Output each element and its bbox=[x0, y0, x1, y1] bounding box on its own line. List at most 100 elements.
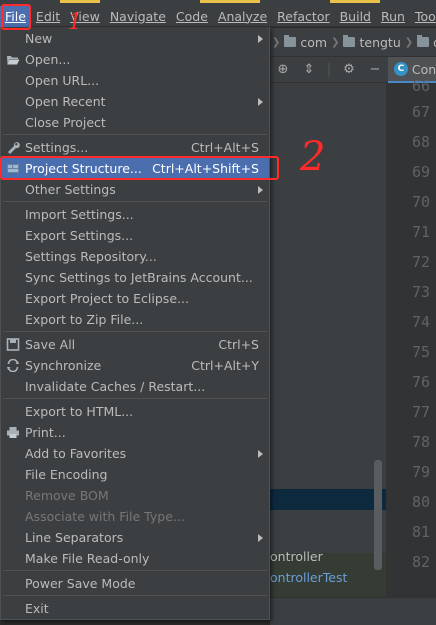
menu-item-export-eclipse[interactable]: Export Project to Eclipse... bbox=[1, 288, 269, 309]
menu-item-export-html[interactable]: Export to HTML... bbox=[1, 401, 269, 422]
menu-item-label: Line Separators bbox=[25, 530, 124, 545]
menu-item-open-recent[interactable]: Open Recent bbox=[1, 91, 269, 112]
locate-icon[interactable]: ⊕ bbox=[270, 62, 296, 77]
chevron-right-icon: ❯ bbox=[331, 36, 340, 48]
header-fragment bbox=[60, 0, 100, 3]
menu-item-other-settings[interactable]: Other Settings bbox=[1, 179, 269, 200]
menu-item-label: Make File Read-only bbox=[25, 551, 150, 566]
menu-item-make-read-only[interactable]: Make File Read-only bbox=[1, 548, 269, 569]
breadcrumb-item-com[interactable]: com bbox=[284, 35, 327, 50]
menu-item-sync-settings[interactable]: Sync Settings to JetBrains Account... bbox=[1, 267, 269, 288]
breadcrumb-label: tengtu bbox=[359, 34, 401, 50]
line-number-gutter: 66 67 68 69 70 71 72 73 74 75 76 77 78 7… bbox=[386, 77, 436, 625]
menu-separator bbox=[3, 134, 267, 135]
line-number: 75 bbox=[411, 343, 430, 361]
project-panel: ontroller ontrollerTest bbox=[270, 83, 386, 625]
toolbar-divider: | bbox=[326, 62, 332, 77]
menu-item-import-settings[interactable]: Import Settings... bbox=[1, 204, 269, 225]
annotation-box-file-menu bbox=[1, 4, 31, 30]
menu-item-label: Settings Repository... bbox=[25, 249, 157, 264]
submenu-arrow-icon bbox=[258, 98, 263, 106]
line-number: 68 bbox=[411, 133, 430, 151]
header-fragment bbox=[330, 0, 380, 3]
header-fragment bbox=[200, 0, 260, 3]
menu-item-add-to-favorites[interactable]: Add to Favorites bbox=[1, 443, 269, 464]
menu-item-label: New bbox=[25, 31, 53, 46]
menu-navigate[interactable]: Navigate bbox=[105, 6, 171, 27]
menu-item-label: Other Settings bbox=[25, 182, 116, 197]
menu-separator bbox=[3, 595, 267, 596]
submenu-arrow-icon bbox=[258, 186, 263, 194]
sync-icon bbox=[7, 359, 19, 372]
menu-item-label: Close Project bbox=[25, 115, 106, 130]
breadcrumb-item-tengtu[interactable]: tengtu bbox=[343, 34, 401, 50]
menu-item-label: Print... bbox=[25, 425, 66, 440]
menu-item-label: Settings... bbox=[25, 140, 89, 155]
menu-item-label: Export to HTML... bbox=[25, 404, 134, 419]
print-icon bbox=[7, 427, 19, 438]
menu-item-synchronize[interactable]: Synchronize Ctrl+Alt+Y bbox=[1, 355, 269, 376]
menu-item-label: Open URL... bbox=[25, 73, 100, 88]
menu-item-power-save-mode[interactable]: Power Save Mode bbox=[1, 573, 269, 594]
menu-item-save-all[interactable]: Save All Ctrl+S bbox=[1, 334, 269, 355]
breadcrumb-item-den[interactable]: den bbox=[417, 35, 436, 50]
menu-edit[interactable]: Edit bbox=[31, 6, 65, 27]
annotation-mark-1: 1 bbox=[68, 10, 82, 35]
menu-analyze[interactable]: Analyze bbox=[213, 6, 272, 27]
menu-item-label: Associate with File Type... bbox=[25, 509, 185, 524]
line-number: 79 bbox=[411, 463, 430, 481]
list-item[interactable]: ontroller bbox=[270, 546, 323, 567]
menu-item-remove-bom: Remove BOM bbox=[1, 485, 269, 506]
class-icon: C bbox=[394, 62, 408, 76]
menu-code[interactable]: Code bbox=[171, 6, 213, 27]
folder-icon bbox=[417, 35, 430, 47]
menu-item-shortcut: Ctrl+Alt+S bbox=[190, 140, 259, 155]
menu-item-file-encoding[interactable]: File Encoding bbox=[1, 464, 269, 485]
menu-refactor[interactable]: Refactor bbox=[272, 6, 334, 27]
submenu-arrow-icon bbox=[258, 534, 263, 542]
menu-run[interactable]: Run bbox=[376, 6, 410, 27]
submenu-arrow-icon bbox=[258, 450, 263, 458]
menu-item-associate-file-type: Associate with File Type... bbox=[1, 506, 269, 527]
menu-item-label: Synchronize bbox=[25, 358, 102, 373]
line-number: 74 bbox=[411, 313, 430, 331]
menu-item-invalidate-caches[interactable]: Invalidate Caches / Restart... bbox=[1, 376, 269, 397]
project-selected-row[interactable] bbox=[270, 489, 386, 510]
menu-item-label: Remove BOM bbox=[25, 488, 109, 503]
line-number: 82 bbox=[411, 553, 430, 571]
line-number: 73 bbox=[411, 283, 430, 301]
menu-item-label: Save All bbox=[25, 337, 76, 352]
line-number: 71 bbox=[411, 223, 430, 241]
folder-icon bbox=[343, 35, 356, 47]
project-scrollbar[interactable] bbox=[374, 460, 382, 570]
menu-item-open-url[interactable]: Open URL... bbox=[1, 70, 269, 91]
menu-item-export-settings[interactable]: Export Settings... bbox=[1, 225, 269, 246]
menu-item-label: Power Save Mode bbox=[25, 576, 136, 591]
folder-open-icon bbox=[7, 56, 20, 65]
gear-icon[interactable]: ⚙ bbox=[336, 62, 362, 77]
menu-separator bbox=[3, 201, 267, 202]
menu-item-label: Sync Settings to JetBrains Account... bbox=[25, 270, 253, 285]
breadcrumb: ❯ com ❯ tengtu ❯ den bbox=[270, 28, 436, 57]
collapse-icon[interactable]: ⇕ bbox=[296, 62, 322, 77]
menu-item-settings[interactable]: Settings... Ctrl+Alt+S bbox=[1, 137, 269, 158]
menu-item-export-zip[interactable]: Export to Zip File... bbox=[1, 309, 269, 330]
menu-item-settings-repository[interactable]: Settings Repository... bbox=[1, 246, 269, 267]
menu-item-label: Export Settings... bbox=[25, 228, 134, 243]
line-number: 66 bbox=[411, 77, 430, 95]
menu-tools[interactable]: Too bbox=[410, 6, 436, 27]
list-item[interactable]: ontrollerTest bbox=[270, 567, 347, 588]
menu-item-print[interactable]: Print... bbox=[1, 422, 269, 443]
menu-build[interactable]: Build bbox=[335, 6, 376, 27]
menu-item-close-project[interactable]: Close Project bbox=[1, 112, 269, 133]
menu-item-exit[interactable]: Exit bbox=[1, 598, 269, 619]
bottom-tool-bar bbox=[270, 597, 436, 625]
menu-item-shortcut: Ctrl+Alt+Y bbox=[191, 358, 259, 373]
menu-item-open[interactable]: Open... bbox=[1, 49, 269, 70]
menu-item-new[interactable]: New bbox=[1, 28, 269, 49]
hide-icon[interactable]: − bbox=[362, 62, 388, 77]
menu-item-label: Export Project to Eclipse... bbox=[25, 291, 189, 306]
menu-item-shortcut: Ctrl+S bbox=[218, 337, 259, 352]
submenu-arrow-icon bbox=[258, 35, 263, 43]
menu-item-line-separators[interactable]: Line Separators bbox=[1, 527, 269, 548]
